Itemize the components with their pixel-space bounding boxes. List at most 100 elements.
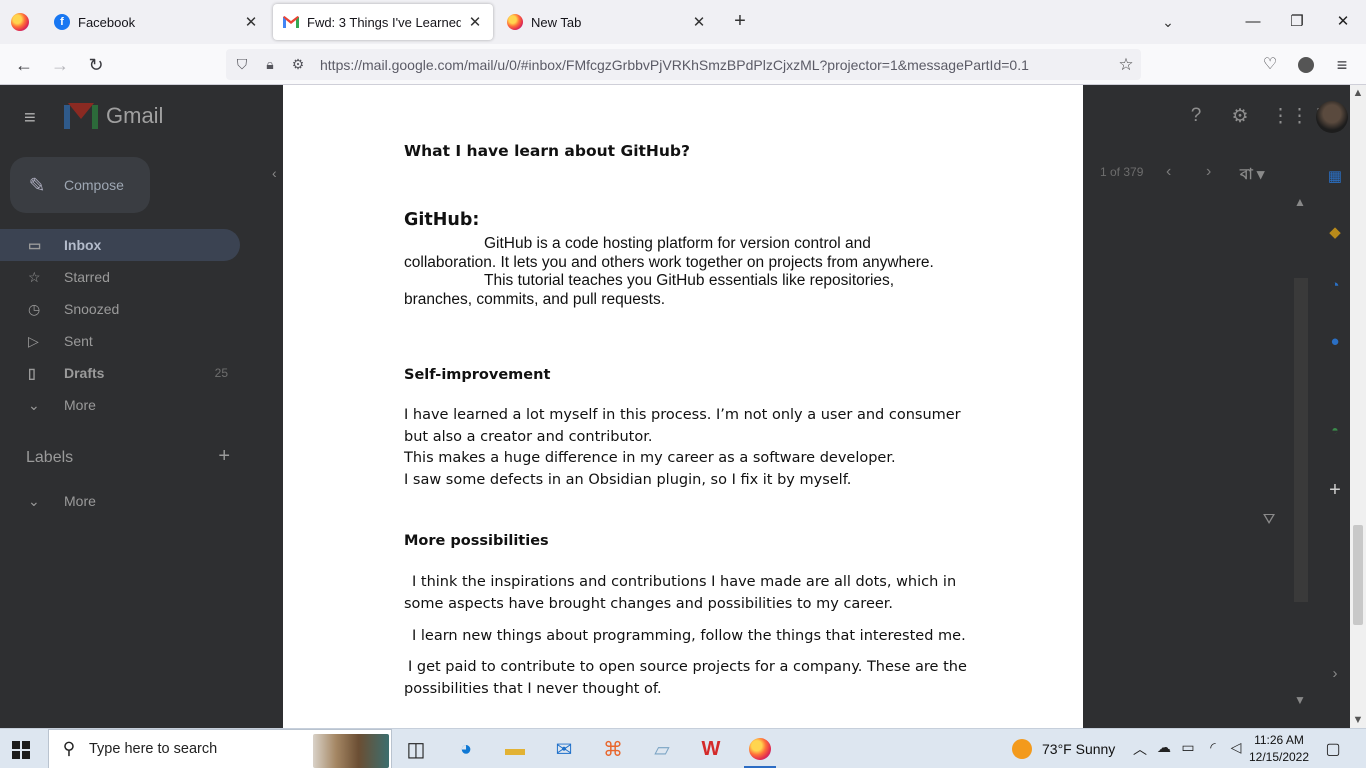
scroll-up-icon[interactable]: ▲ — [1294, 195, 1306, 209]
volume-icon[interactable]: ◁ — [1226, 739, 1246, 756]
settings-gear-icon[interactable]: ⚙ — [1227, 105, 1253, 131]
xampp-icon[interactable]: ⌘ — [593, 733, 633, 765]
file-explorer-icon[interactable]: ▬ — [495, 733, 535, 765]
sidebar-item-label: Sent — [64, 333, 93, 349]
tasks-icon[interactable]: ◔ — [1322, 277, 1348, 299]
avatar[interactable] — [1316, 101, 1348, 133]
text-line: GitHub is a code hosting platform for ve… — [484, 235, 871, 252]
facebook-icon: f — [54, 14, 70, 30]
keep-icon[interactable]: ◆ — [1322, 223, 1348, 245]
tab-title: Facebook — [78, 14, 136, 30]
app-menu-icon[interactable]: ≡ — [1329, 52, 1355, 78]
taskbar-search-box[interactable]: ⚲ Type here to search — [48, 729, 392, 768]
sidebar-item-inbox[interactable]: ▭ Inbox — [0, 229, 240, 261]
tab-bar: f Facebook ✕ Fwd: 3 Things I've Learned … — [0, 0, 1366, 44]
search-highlight-image — [313, 734, 389, 768]
gmail-m-icon — [64, 103, 98, 129]
input-tools-button[interactable]: বা ▾ — [1240, 163, 1264, 188]
sidebar-item-label: Snoozed — [64, 301, 120, 317]
clock-icon: ◷ — [28, 300, 41, 317]
sidebar-item-more[interactable]: ⌄ More — [0, 389, 240, 421]
tab-title: New Tab — [531, 14, 582, 30]
weather-widget[interactable]: 73°F Sunny — [1012, 729, 1115, 768]
mail-icon[interactable]: ✉ — [544, 733, 584, 765]
close-window-icon[interactable]: ✕ — [1328, 8, 1358, 36]
firefox-icon — [11, 13, 29, 31]
wps-office-icon[interactable]: W — [691, 733, 731, 765]
star-icon: ☆ — [28, 268, 41, 285]
lock-icon[interactable]: 🔒︎ — [258, 56, 282, 73]
addon-icon[interactable]: ◓ — [1322, 423, 1348, 445]
text-line: This tutorial teaches you GitHub essenti… — [484, 272, 895, 289]
compose-button[interactable]: ✎ Compose — [10, 157, 150, 213]
firefox-taskbar-icon[interactable] — [740, 733, 780, 768]
windows-start-icon[interactable] — [12, 741, 30, 759]
list-tabs-chevron-icon[interactable]: ⌄ — [1156, 10, 1180, 34]
main-menu-icon[interactable]: ≡ — [24, 107, 46, 130]
system-clock[interactable]: 11:26 AM 12/15/2022 — [1248, 732, 1310, 766]
contacts-icon[interactable]: ● — [1322, 333, 1348, 355]
sidebar-item-starred[interactable]: ☆ Starred — [0, 261, 240, 293]
inbox-icon: ▭ — [28, 236, 42, 253]
gmail-wordmark: Gmail — [106, 103, 164, 128]
close-tab-icon[interactable]: ✕ — [243, 13, 259, 31]
firefox-menu-button[interactable] — [8, 10, 32, 34]
shield-icon[interactable]: ⛉ — [230, 56, 254, 73]
onedrive-cloud-icon[interactable]: ☁ — [1154, 739, 1174, 756]
help-icon[interactable]: ? — [1183, 105, 1209, 131]
tab-facebook[interactable]: f Facebook ✕ — [44, 4, 269, 40]
address-bar[interactable]: ⛉ 🔒︎ ⚙︎ https://mail.google.com/mail/u/0… — [226, 49, 1141, 80]
battery-icon[interactable]: ▭ — [1178, 739, 1198, 756]
drive-icon[interactable]: ⛛ — [1256, 511, 1282, 533]
scrollbar-thumb[interactable] — [1353, 525, 1363, 625]
navigation-bar: ← → ↻ ⛉ 🔒︎ ⚙︎ https://mail.google.com/ma… — [0, 44, 1366, 85]
scroll-up-icon[interactable]: ▲ — [1350, 87, 1366, 99]
maximize-icon[interactable]: ❐ — [1282, 8, 1312, 36]
sidebar-item-drafts[interactable]: ▯ Drafts 25 — [0, 357, 240, 389]
bookmark-star-icon[interactable]: ☆ — [1111, 55, 1141, 75]
notepad-icon[interactable]: ▱ — [642, 733, 682, 765]
close-tab-icon[interactable]: ✕ — [467, 13, 483, 31]
document-heading: What I have learn about GitHub? — [404, 142, 691, 160]
new-tab-plus-icon[interactable]: + — [728, 10, 752, 34]
show-hidden-icons-chevron-icon[interactable]: ︿ — [1130, 739, 1150, 759]
sidebar-item-snoozed[interactable]: ◷ Snoozed — [0, 293, 240, 325]
get-addons-plus-icon[interactable]: + — [1322, 479, 1348, 501]
tab-new-tab[interactable]: New Tab ✕ — [497, 4, 717, 40]
labels-heading-text: Labels — [26, 449, 74, 466]
wifi-icon[interactable]: ◜ — [1203, 739, 1223, 756]
gmail-logo[interactable]: Gmail — [64, 103, 163, 129]
back-icon[interactable]: ‹ — [272, 165, 277, 181]
newer-chevron-left-icon[interactable]: ‹ — [1166, 163, 1171, 181]
draft-icon: ▯ — [28, 364, 36, 381]
github-paragraph: GitHub is a code hosting platform for ve… — [404, 235, 984, 309]
tab-title: Fwd: 3 Things I've Learned From — [307, 14, 461, 30]
scroll-down-icon[interactable]: ▼ — [1350, 714, 1366, 726]
edge-icon[interactable]: ◕ — [446, 733, 486, 765]
pocket-icon[interactable]: ♡ — [1257, 52, 1283, 78]
apps-grid-icon[interactable]: ⋮⋮⋮ — [1271, 105, 1328, 131]
expand-panel-chevron-icon[interactable]: › — [1322, 665, 1348, 687]
labels-more-button[interactable]: ⌄ More — [0, 485, 240, 517]
windows-taskbar: ⚲ Type here to search ◫ ◕ ▬ ✉ ⌘ ▱ W 73°F… — [0, 728, 1366, 768]
text-line: branches, commits, and pull requests. — [404, 290, 666, 308]
add-label-plus-icon[interactable]: + — [218, 445, 230, 468]
tab-gmail[interactable]: Fwd: 3 Things I've Learned From ✕ — [273, 4, 493, 40]
forward-arrow-icon[interactable]: → — [47, 52, 73, 78]
scroll-down-icon[interactable]: ▼ — [1294, 693, 1306, 707]
reload-icon[interactable]: ↻ — [83, 52, 109, 78]
compose-label: Compose — [64, 177, 124, 193]
viewer-scrollbar[interactable]: ▲ ▼ — [1350, 85, 1366, 728]
account-avatar-icon[interactable] — [1293, 52, 1319, 78]
permissions-icon[interactable]: ⚙︎ — [286, 56, 310, 73]
sidebar-item-sent[interactable]: ▷ Sent — [0, 325, 240, 357]
calendar-icon[interactable]: ▦ — [1322, 167, 1348, 189]
notifications-icon[interactable]: ▢ — [1322, 739, 1344, 759]
scrollbar[interactable] — [1294, 278, 1308, 602]
older-chevron-right-icon[interactable]: › — [1206, 163, 1211, 181]
url-text[interactable]: https://mail.google.com/mail/u/0/#inbox/… — [320, 57, 1111, 73]
close-tab-icon[interactable]: ✕ — [691, 13, 707, 31]
back-arrow-icon[interactable]: ← — [11, 52, 37, 78]
task-view-icon[interactable]: ◫ — [396, 733, 436, 765]
minimize-icon[interactable]: — — [1238, 8, 1268, 36]
